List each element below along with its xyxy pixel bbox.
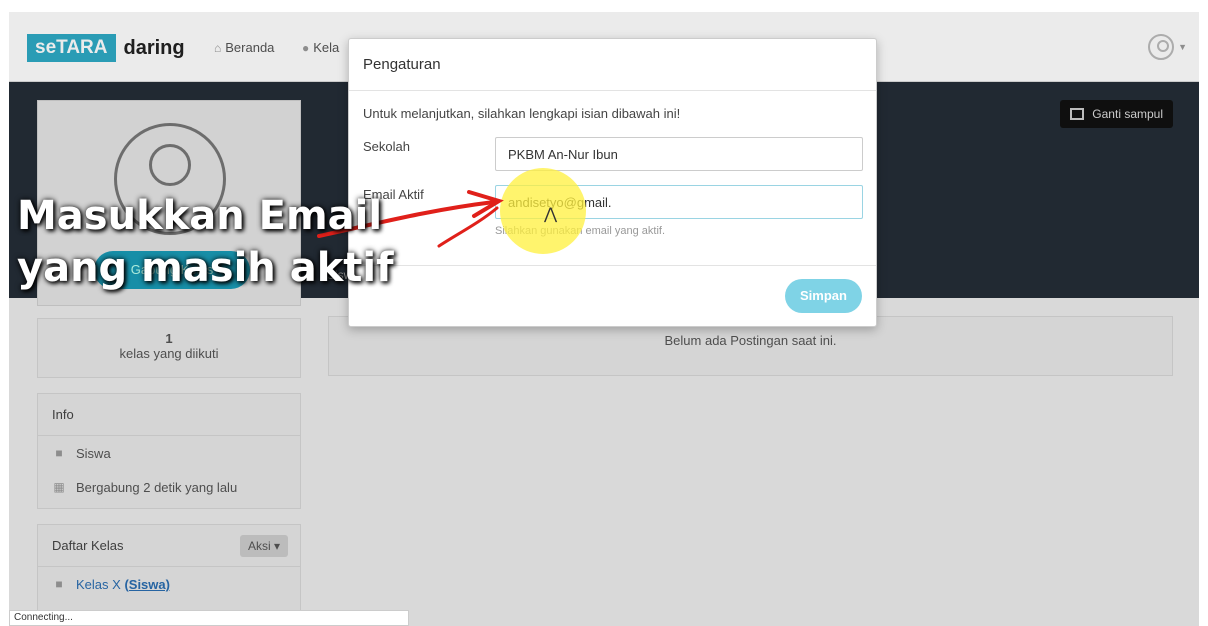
modal-message: Untuk melanjutkan, silahkan lengkapi isi… <box>363 106 681 121</box>
save-button[interactable]: Simpan <box>785 279 862 313</box>
annotation-line2: yang masih aktif <box>17 245 394 291</box>
modal-footer-divider <box>349 265 876 266</box>
annotation-caption: Masukkan Email yang masih aktif <box>17 190 394 294</box>
school-label: Sekolah <box>363 139 410 154</box>
browser-status-bar: Connecting... <box>9 610 409 626</box>
page: seTARA daring ⌂ Beranda ● Kela ▼ Ganti s… <box>9 12 1199 626</box>
settings-modal: Pengaturan Untuk melanjutkan, silahkan l… <box>348 38 877 327</box>
annotation-line1: Masukkan Email <box>17 193 383 239</box>
school-input[interactable]: PKBM An-Nur Ibun <box>495 137 863 171</box>
text-cursor-icon: ⋀ <box>544 206 558 223</box>
arrow-swoosh <box>437 206 499 248</box>
cursor-highlight <box>500 168 586 254</box>
modal-title: Pengaturan <box>349 39 876 91</box>
